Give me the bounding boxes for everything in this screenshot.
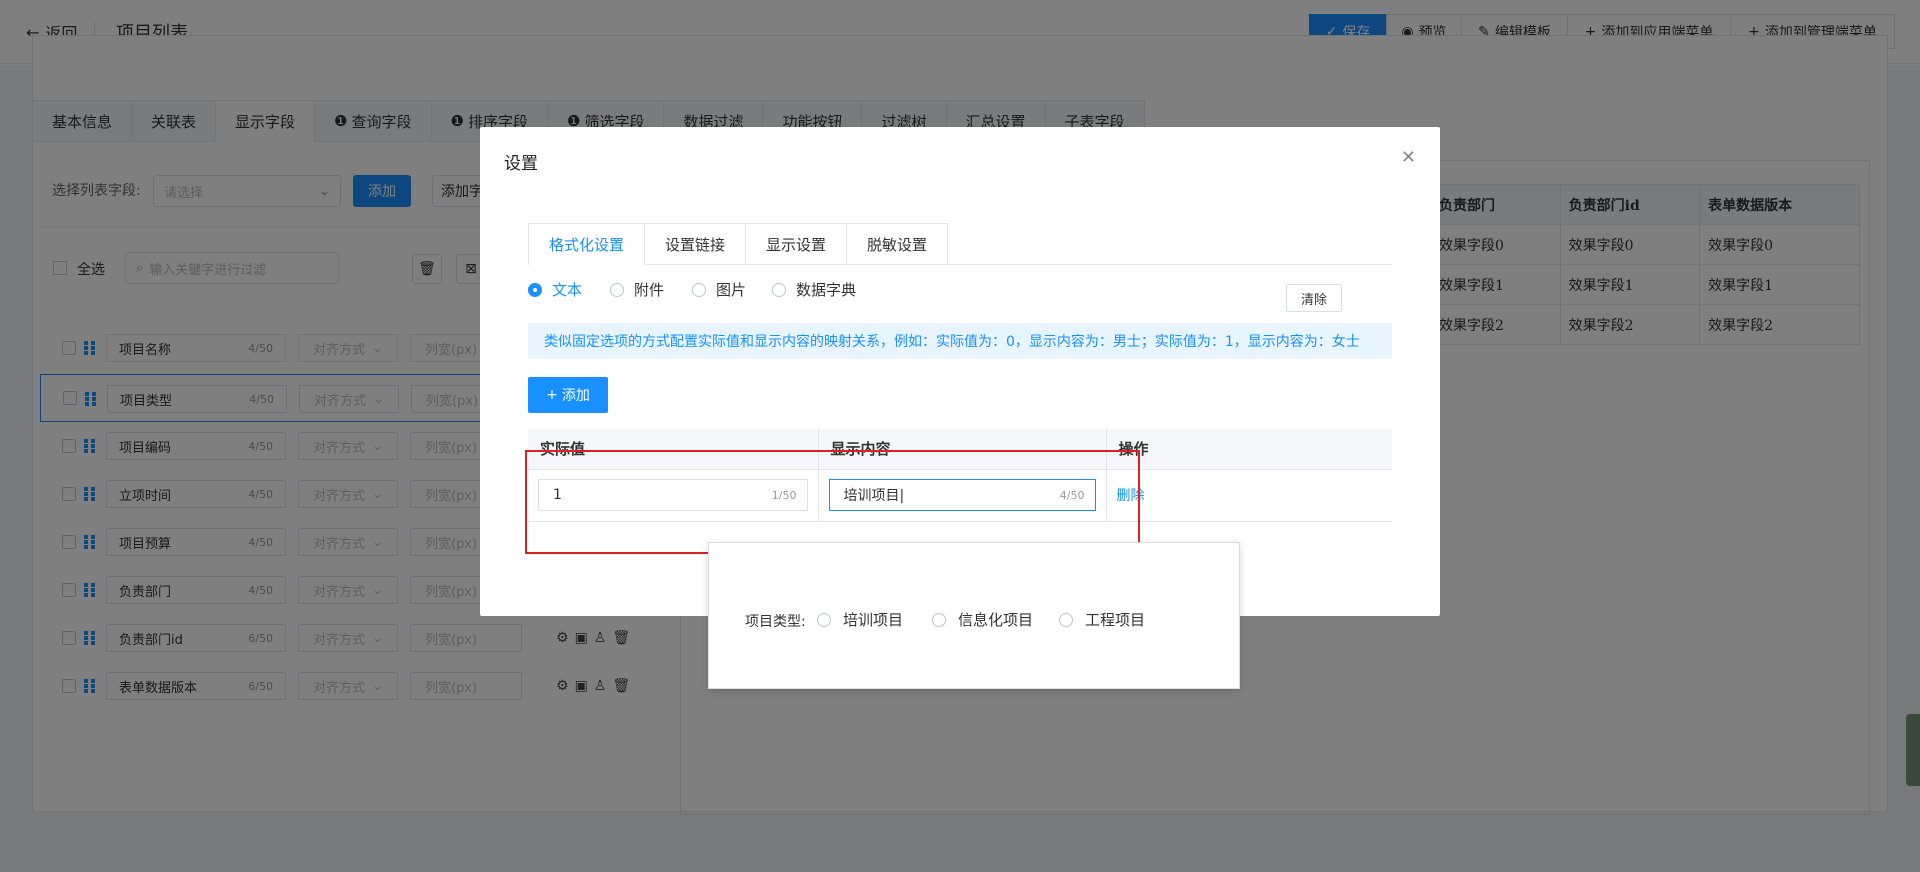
- add-mapping-label: 添加: [561, 388, 590, 404]
- radio-circle-checked: [528, 282, 542, 297]
- option-label: 工程项目: [1085, 611, 1146, 629]
- popup-option[interactable]: 培训项目: [817, 609, 903, 630]
- modal-title: 设置: [504, 154, 538, 174]
- plus-icon: +: [546, 387, 558, 403]
- radio-circle: [817, 612, 831, 627]
- tab-label: 脱敏设置: [867, 235, 928, 254]
- popup-option[interactable]: 工程项目: [1059, 609, 1145, 630]
- radio-image[interactable]: 图片: [692, 279, 746, 300]
- tab-label: 格式化设置: [549, 235, 625, 254]
- action-cell: 删除: [1106, 469, 1392, 522]
- tab-display-settings[interactable]: 显示设置: [746, 223, 848, 265]
- tab-label: 设置链接: [665, 235, 726, 254]
- highlight-box: [525, 450, 1140, 554]
- option-label: 信息化项目: [958, 611, 1034, 629]
- mapping-header: 操作: [1106, 429, 1392, 470]
- radio-circle: [932, 612, 946, 627]
- radio-attachment[interactable]: 附件: [610, 279, 664, 300]
- close-icon[interactable]: ✕: [1401, 147, 1416, 168]
- radio-label: 数据字典: [796, 281, 857, 299]
- option-label: 培训项目: [843, 611, 904, 629]
- tab-label: 显示设置: [766, 235, 827, 254]
- popup-option[interactable]: 信息化项目: [932, 609, 1033, 630]
- tab-format-settings[interactable]: 格式化设置: [528, 223, 646, 265]
- radio-label: 图片: [716, 281, 747, 299]
- radio-label: 附件: [634, 281, 665, 299]
- add-mapping-button[interactable]: + 添加: [528, 377, 608, 413]
- radio-circle: [692, 282, 706, 297]
- modal-tabs: 格式化设置 设置链接 显示设置 脱敏设置: [528, 223, 1392, 265]
- radio-circle: [772, 282, 786, 297]
- radio-text[interactable]: 文本: [528, 279, 582, 300]
- tab-mask-settings[interactable]: 脱敏设置: [847, 223, 949, 265]
- tab-link-settings[interactable]: 设置链接: [645, 223, 747, 265]
- radio-circle: [610, 282, 624, 297]
- popup-field-label: 项目类型:: [745, 614, 806, 630]
- clear-button[interactable]: 清除: [1286, 284, 1342, 312]
- radio-label: 文本: [552, 281, 583, 299]
- radio-dictionary[interactable]: 数据字典: [772, 279, 856, 300]
- radio-circle: [1059, 612, 1073, 627]
- radio-preview-popup: 项目类型: 培训项目 信息化项目 工程项目: [708, 542, 1240, 689]
- mapping-tip: 类似固定选项的方式配置实际值和显示内容的映射关系，例如：实际值为：0，显示内容为…: [528, 323, 1392, 359]
- side-widget[interactable]: [1906, 714, 1920, 786]
